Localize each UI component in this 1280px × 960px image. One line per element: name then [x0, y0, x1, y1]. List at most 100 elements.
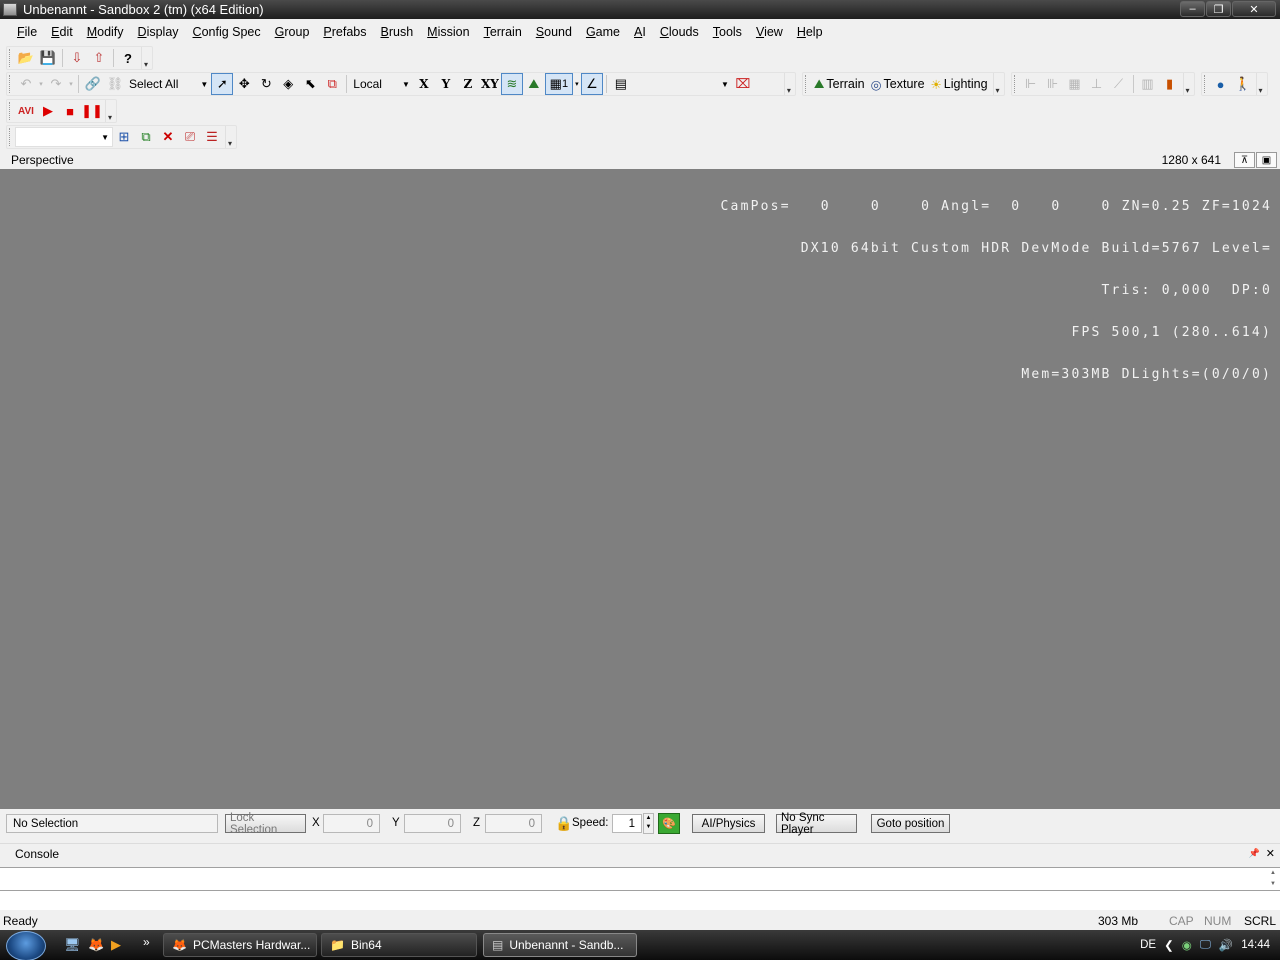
align-normal-icon[interactable]: ⟋	[1108, 73, 1130, 95]
viewport-3d[interactable]: CamPos= 0 0 0 Angl= 0 0 0 ZN=0.25 ZF=102…	[0, 169, 1280, 809]
toolbar-overflow-icon[interactable]: ▾	[1255, 73, 1265, 95]
align-left-icon[interactable]: ⊩	[1020, 73, 1042, 95]
stop-icon[interactable]: ■	[59, 100, 81, 122]
toolbar-overflow-icon[interactable]: ▾	[992, 73, 1002, 95]
open-folder-icon[interactable]: 📂	[15, 47, 37, 69]
menu-display[interactable]: Display	[131, 25, 186, 39]
add-multiple-icon[interactable]: ⧉	[135, 126, 157, 148]
menu-tools[interactable]: Tools	[706, 25, 749, 39]
taskbar-item-pcmasters[interactable]: 🦊 PCMasters Hardwar...	[163, 933, 317, 957]
select-arrow-icon[interactable]: ➚	[211, 73, 234, 95]
menu-terrain[interactable]: Terrain	[477, 25, 529, 39]
menu-sound[interactable]: Sound	[529, 25, 579, 39]
help-icon[interactable]: ?	[117, 47, 139, 69]
align-grid-icon[interactable]: ▦	[1064, 73, 1086, 95]
redo-dropdown-icon[interactable]: ▾	[67, 73, 75, 95]
menu-brush[interactable]: Brush	[374, 25, 421, 39]
save-icon[interactable]: 💾	[37, 47, 59, 69]
menu-file[interactable]: File	[10, 25, 44, 39]
physics-toggle-icon[interactable]: 🎨	[658, 813, 680, 834]
align-terrain-icon[interactable]: ⊥	[1086, 73, 1108, 95]
pin-icon[interactable]: 📌	[1249, 848, 1260, 859]
snap-icon[interactable]: ⧉	[321, 73, 343, 95]
terrain-follow-icon[interactable]: ≋	[500, 73, 523, 95]
grid-dropdown-icon[interactable]: ▾	[573, 73, 581, 95]
menu-ai[interactable]: AI	[627, 25, 653, 39]
properties-icon[interactable]: ☰	[201, 126, 223, 148]
maximize-button[interactable]: ❐	[1206, 1, 1231, 17]
network-icon[interactable]: ◉	[1182, 938, 1192, 952]
viewport-title[interactable]: Perspective	[11, 153, 74, 167]
toolbar-overflow-icon[interactable]: ▾	[105, 100, 114, 122]
toolbar-grip[interactable]	[9, 128, 12, 146]
language-indicator[interactable]: DE	[1140, 939, 1156, 951]
ai-physics-button[interactable]: AI/Physics	[692, 814, 765, 833]
terrain-button[interactable]: ⛰ Terrain	[811, 77, 868, 92]
menu-group[interactable]: Group	[268, 25, 317, 39]
menu-view[interactable]: View	[749, 25, 790, 39]
toolbar-overflow-icon[interactable]: ▾	[1182, 73, 1192, 95]
menu-clouds[interactable]: Clouds	[653, 25, 706, 39]
console-close-icon[interactable]: ✕	[1266, 847, 1275, 860]
redo-icon[interactable]: ↷	[45, 73, 67, 95]
media-player-icon[interactable]: ▶	[111, 937, 121, 953]
delete-selection-icon[interactable]: ⌧	[732, 73, 754, 95]
axis-y-button[interactable]: Y	[435, 77, 457, 91]
export-icon[interactable]: ⇧	[88, 47, 110, 69]
toolbar-overflow-icon[interactable]: ▾	[783, 73, 793, 95]
rename-icon[interactable]: ⎚	[179, 126, 201, 148]
firefox-icon[interactable]: 🦊	[88, 937, 104, 953]
statistics-icon[interactable]: ▮	[1159, 73, 1181, 95]
taskbar-item-bin64[interactable]: 📁 Bin64	[321, 933, 477, 957]
select-mode-combo[interactable]: Select All ▼	[126, 74, 211, 94]
toolbar-grip[interactable]	[1013, 75, 1017, 93]
goto-position-button[interactable]: Goto position	[871, 814, 950, 833]
toolbar-grip[interactable]	[1203, 75, 1207, 93]
align-objects-icon[interactable]: ⊪	[1042, 73, 1064, 95]
layer-combo[interactable]: ▼	[632, 74, 732, 94]
layer-icon[interactable]: ▤	[610, 73, 632, 95]
add-icon[interactable]: ⊞	[113, 126, 135, 148]
pause-icon[interactable]: ❚❚	[81, 100, 103, 122]
material-icon[interactable]: ▥	[1137, 73, 1159, 95]
axis-z-button[interactable]: Z	[457, 77, 479, 91]
grid-icon[interactable]: ▦ 1	[544, 73, 573, 95]
toolbar-grip[interactable]	[9, 49, 12, 67]
lighting-button[interactable]: ☀ Lighting	[928, 77, 991, 92]
link-icon[interactable]: 🔗	[82, 73, 104, 95]
toolbar-grip[interactable]	[804, 75, 808, 93]
avi-record-icon[interactable]: AVI	[15, 100, 37, 122]
x-coordinate-field[interactable]: 0	[323, 814, 380, 833]
delete-icon[interactable]: ✕	[157, 126, 179, 148]
axis-xy-button[interactable]: XY	[479, 77, 501, 91]
undo-icon[interactable]: ↶	[15, 73, 37, 95]
speed-spinner[interactable]: ▲ ▼	[643, 813, 654, 834]
menu-help[interactable]: Help	[790, 25, 830, 39]
object-combo[interactable]: ▼	[15, 127, 113, 147]
select-terrain-icon[interactable]: ⬉	[299, 73, 321, 95]
viewport-options-icon[interactable]: ⊼	[1234, 152, 1255, 168]
toolbar-grip[interactable]	[9, 75, 12, 93]
globe-icon[interactable]: ●	[1210, 73, 1232, 95]
toolbar-grip[interactable]	[9, 102, 12, 120]
terrain-snap-icon[interactable]: ⛰	[523, 73, 545, 95]
monitor-icon[interactable]: 🖵	[1200, 939, 1211, 952]
texture-button[interactable]: ◎ Texture	[868, 77, 928, 92]
z-coordinate-field[interactable]: 0	[485, 814, 542, 833]
menu-modify[interactable]: Modify	[80, 25, 131, 39]
start-button[interactable]	[6, 931, 46, 960]
rotate-icon[interactable]: ↻	[255, 73, 277, 95]
close-button[interactable]: ✕	[1232, 1, 1276, 17]
unlink-icon[interactable]: ⛓	[104, 73, 126, 95]
scale-icon[interactable]: ◈	[277, 73, 299, 95]
axis-x-button[interactable]: X	[413, 77, 435, 91]
angle-snap-icon[interactable]: ∠	[580, 73, 603, 95]
import-icon[interactable]: ⇩	[66, 47, 88, 69]
no-sync-player-button[interactable]: No Sync Player	[776, 812, 857, 836]
lock-icon[interactable]: 🔒	[555, 815, 572, 832]
menu-mission[interactable]: Mission	[420, 25, 476, 39]
player-icon[interactable]: 🚶	[1232, 73, 1254, 95]
toolbar-overflow-icon[interactable]: ▾	[225, 126, 234, 148]
play-icon[interactable]: ▶	[37, 100, 59, 122]
toolbar-overflow-icon[interactable]: ▾	[141, 47, 150, 69]
